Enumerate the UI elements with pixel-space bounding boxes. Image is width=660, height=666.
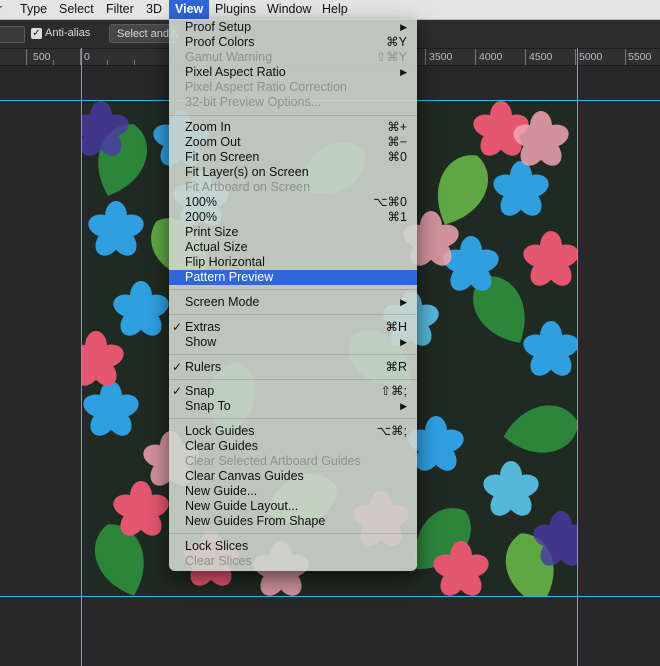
view-menu-dropdown: Proof Setup ▶ Proof Colors ⌘Y Gamut Warn… xyxy=(169,19,417,571)
submenu-arrow-icon: ▶ xyxy=(400,67,407,77)
ruler-tick xyxy=(107,60,108,65)
submenu-arrow-icon: ▶ xyxy=(400,337,407,347)
ruler-tick xyxy=(53,60,54,65)
menu-item-clear-guides[interactable]: Clear Guides xyxy=(169,439,417,454)
menu-item-flip-horizontal[interactable]: Flip Horizontal xyxy=(169,255,417,270)
menu-item-lock-guides[interactable]: Lock Guides ⌥⌘; xyxy=(169,424,417,439)
menu-item-gamut-warning: Gamut Warning ⇧⌘Y xyxy=(185,50,407,64)
anti-alias-label: Anti-alias xyxy=(45,27,91,39)
menu-item-pixel-aspect-ratio-correction: Pixel Aspect Ratio Correction xyxy=(185,80,347,94)
ruler-label: 5500 xyxy=(628,51,652,63)
menu-item-proof-colors[interactable]: Proof Colors ⌘Y xyxy=(169,35,417,50)
menu-item-32bit-preview-options: 32-bit Preview Options... xyxy=(185,95,322,109)
menubar-item-view[interactable]: View xyxy=(169,0,210,19)
ruler-tick xyxy=(475,49,476,65)
menu-item-extras[interactable]: ✓ Extras ⌘H xyxy=(169,320,417,335)
menu-item-lock-slices[interactable]: Lock Slices xyxy=(169,539,417,554)
menu-item-fit-on-screen[interactable]: Fit on Screen ⌘0 xyxy=(169,150,417,165)
guide-vertical-right[interactable] xyxy=(577,48,578,666)
menu-item-clear-canvas-guides[interactable]: Clear Canvas Guides xyxy=(169,469,417,484)
ruler-tick xyxy=(425,49,426,65)
menu-separator xyxy=(169,314,417,315)
ruler-label: 500 xyxy=(33,51,51,63)
checkmark-icon: ✓ xyxy=(172,360,183,374)
ruler-label: 4000 xyxy=(479,51,503,63)
checkmark-icon: ✓ xyxy=(172,384,183,398)
menu-separator xyxy=(169,379,417,380)
submenu-arrow-icon: ▶ xyxy=(400,297,407,307)
menu-item-new-guide-layout[interactable]: New Guide Layout... xyxy=(169,499,417,514)
menu-separator xyxy=(169,289,417,290)
ruler-label: 0 xyxy=(84,51,90,63)
menu-item-zoom-in[interactable]: Zoom In ⌘+ xyxy=(169,120,417,135)
ruler-label: 3500 xyxy=(429,51,453,63)
ruler-tick xyxy=(134,60,135,65)
menubar-item-filter[interactable]: Filter xyxy=(106,0,134,19)
ruler-tick xyxy=(26,49,27,65)
guide-vertical-left[interactable] xyxy=(81,48,82,666)
menubar-item-window[interactable]: Window xyxy=(267,0,311,19)
menu-item-clear-selected-artboard-guides: Clear Selected Artboard Guides xyxy=(185,454,361,468)
menubar-item-help[interactable]: Help xyxy=(322,0,348,19)
menu-item-print-size[interactable]: Print Size xyxy=(169,225,417,240)
menubar-item-plugins[interactable]: Plugins xyxy=(215,0,256,19)
menu-item-snap[interactable]: ✓ Snap ⇧⌘; xyxy=(169,384,417,399)
guide-horizontal-bottom[interactable] xyxy=(0,596,660,597)
submenu-arrow-icon: ▶ xyxy=(400,401,407,411)
menu-item-fit-artboard-on-screen: Fit Artboard on Screen xyxy=(185,180,311,194)
menu-item-pattern-preview[interactable]: Pattern Preview xyxy=(169,270,417,285)
menu-item-zoom-out[interactable]: Zoom Out ⌘− xyxy=(169,135,417,150)
anti-alias-checkbox[interactable]: ✓ xyxy=(31,28,42,39)
feather-field[interactable] xyxy=(0,26,25,43)
menu-item-actual-size[interactable]: Actual Size xyxy=(169,240,417,255)
ruler-tick xyxy=(625,49,626,65)
menu-bar: r Type Select Filter 3D View Plugins Win… xyxy=(0,0,660,20)
menu-separator xyxy=(169,533,417,534)
menu-item-clear-slices: Clear Slices xyxy=(185,554,252,568)
menubar-item-3d[interactable]: 3D xyxy=(146,0,162,19)
menu-separator xyxy=(169,418,417,419)
menu-item-new-guide[interactable]: New Guide... xyxy=(169,484,417,499)
menubar-item-type[interactable]: Type xyxy=(20,0,47,19)
menu-item-proof-setup[interactable]: Proof Setup ▶ xyxy=(169,20,417,35)
ruler-label: 5000 xyxy=(579,51,603,63)
ruler-label: 4500 xyxy=(529,51,553,63)
checkmark-icon: ✓ xyxy=(172,320,183,334)
menu-item-fit-layers-on-screen[interactable]: Fit Layer(s) on Screen xyxy=(169,165,417,180)
menu-item-show[interactable]: Show ▶ xyxy=(169,335,417,350)
submenu-arrow-icon: ▶ xyxy=(400,22,407,32)
menu-item-new-guides-from-shape[interactable]: New Guides From Shape xyxy=(169,514,417,529)
menu-item-rulers[interactable]: ✓ Rulers ⌘R xyxy=(169,360,417,375)
menu-item-100-percent[interactable]: 100% ⌥⌘0 xyxy=(169,195,417,210)
menu-item-200-percent[interactable]: 200% ⌘1 xyxy=(169,210,417,225)
menubar-item-select[interactable]: Select xyxy=(59,0,94,19)
menu-separator xyxy=(169,354,417,355)
menu-item-pixel-aspect-ratio[interactable]: Pixel Aspect Ratio ▶ xyxy=(169,65,417,80)
ruler-tick xyxy=(575,49,576,65)
ruler-tick xyxy=(525,49,526,65)
menubar-item-layer[interactable]: r xyxy=(0,0,2,19)
menu-separator xyxy=(169,115,417,116)
menu-item-snap-to[interactable]: Snap To ▶ xyxy=(169,399,417,414)
menu-item-screen-mode[interactable]: Screen Mode ▶ xyxy=(169,295,417,310)
